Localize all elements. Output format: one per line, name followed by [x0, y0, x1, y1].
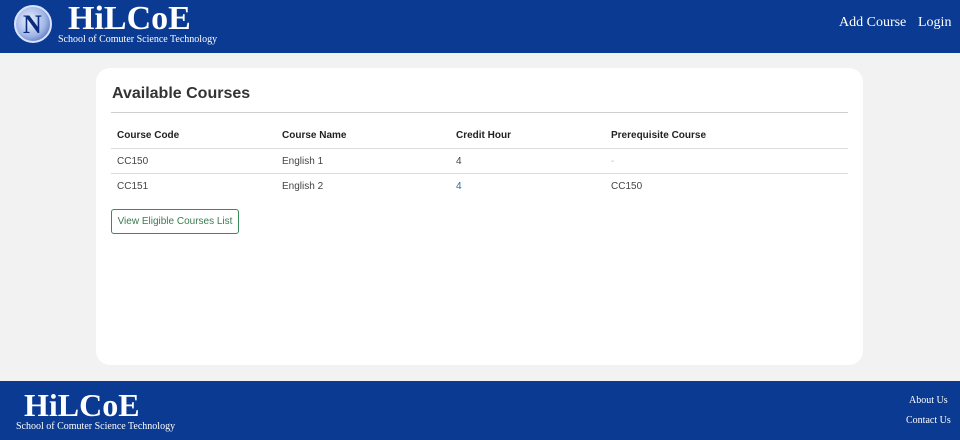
- table-cell-prerequisite: CC150: [611, 181, 643, 192]
- top-header: N HiLCoE School of Comuter Science Techn…: [0, 0, 960, 53]
- footer-about-link[interactable]: About Us: [909, 395, 948, 406]
- column-header-prerequisite: Prerequisite Course: [611, 130, 707, 141]
- nav-login-link[interactable]: Login: [918, 15, 951, 31]
- brand-subtitle: School of Comuter Science Technology: [58, 34, 218, 45]
- footer-brand: HiLCoE: [24, 387, 140, 423]
- page-title: Available Courses: [112, 85, 251, 102]
- table-cell-prerequisite: -: [611, 156, 615, 167]
- brand-title[interactable]: HiLCoE: [68, 2, 191, 36]
- footer: HiLCoE School of Comuter Science Technol…: [0, 381, 960, 440]
- column-header-course-code: Course Code: [117, 130, 180, 141]
- view-eligible-courses-button[interactable]: View Eligible Courses List: [111, 209, 239, 234]
- table-cell-credit-hour: 4: [456, 181, 462, 192]
- logo-letter: N: [23, 10, 42, 39]
- row-divider: [111, 173, 848, 174]
- title-divider: [111, 112, 848, 113]
- footer-subtitle: School of Comuter Science Technology: [16, 421, 176, 432]
- table-cell-credit-hour: 4: [456, 156, 462, 167]
- column-header-course-name: Course Name: [282, 130, 347, 141]
- table-cell-course-code: CC151: [117, 181, 149, 192]
- table-cell-course-code: CC150: [117, 156, 149, 167]
- table-cell-course-name: English 1: [282, 156, 324, 167]
- nav-add-course-link[interactable]: Add Course: [839, 15, 906, 31]
- courses-card: Available Courses Course Code Course Nam…: [96, 68, 863, 365]
- footer-contact-link[interactable]: Contact Us: [906, 415, 951, 426]
- header-divider: [111, 148, 848, 149]
- table-cell-course-name: English 2: [282, 181, 324, 192]
- column-header-credit-hour: Credit Hour: [456, 130, 511, 141]
- logo-icon[interactable]: N: [14, 5, 52, 43]
